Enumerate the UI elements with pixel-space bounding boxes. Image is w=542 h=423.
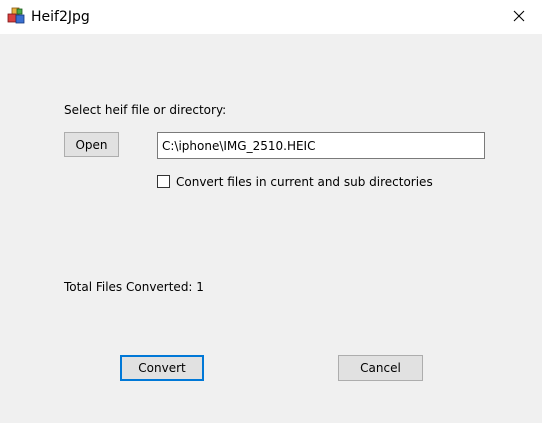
heif2jpg-window: Heif2Jpg Select heif file or directory: … — [0, 0, 542, 423]
app-cubes-icon — [7, 7, 25, 25]
convert-button-label: Convert — [138, 361, 186, 375]
open-button-label: Open — [75, 137, 108, 152]
cancel-button[interactable]: Cancel — [338, 355, 423, 381]
select-file-label: Select heif file or directory: — [64, 103, 227, 117]
close-icon — [513, 10, 525, 22]
subdirectories-checkbox[interactable] — [157, 175, 170, 188]
total-files-converted-label: Total Files Converted: 1 — [64, 280, 204, 294]
window-title: Heif2Jpg — [31, 9, 90, 25]
close-button[interactable] — [496, 0, 542, 32]
title-bar[interactable]: Heif2Jpg — [0, 0, 542, 34]
subdirectories-checkbox-label[interactable]: Convert files in current and sub directo… — [176, 175, 433, 189]
file-path-input[interactable] — [157, 132, 485, 159]
cancel-button-label: Cancel — [360, 361, 401, 375]
open-button[interactable]: Open — [64, 132, 119, 157]
convert-button[interactable]: Convert — [120, 355, 204, 381]
